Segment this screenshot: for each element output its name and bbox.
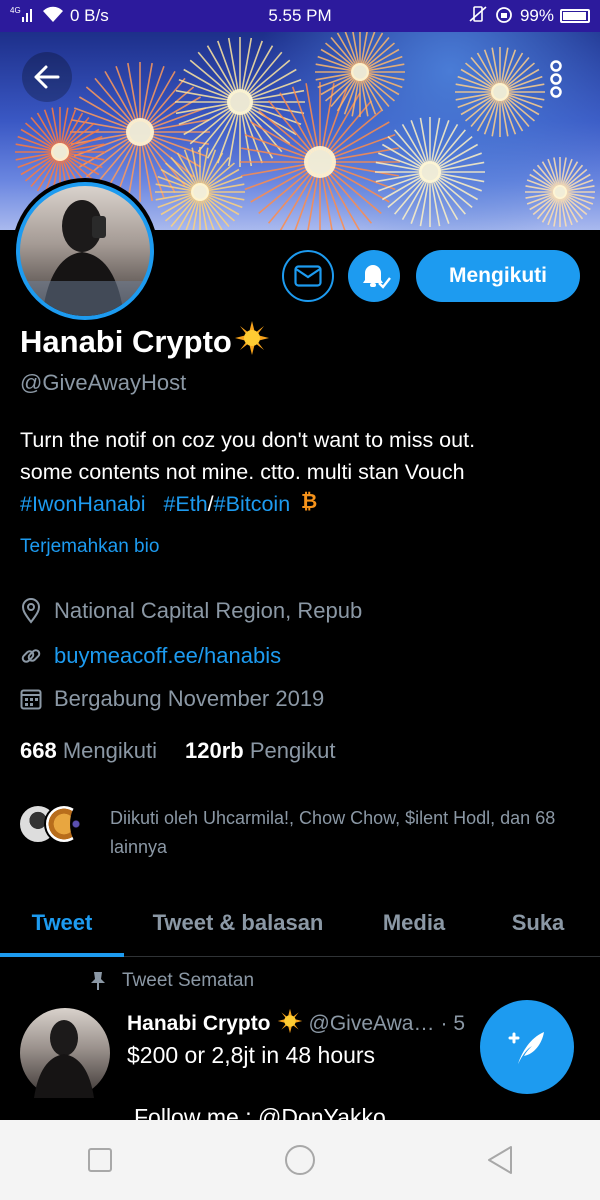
- translate-bio-link[interactable]: Terjemahkan bio: [20, 536, 159, 558]
- location-text: National Capital Region, Repub: [54, 598, 363, 623]
- pinned-text: Tweet Sematan: [122, 970, 255, 991]
- status-bar: 4G 0 B/s 5.55 PM 99%: [0, 0, 600, 32]
- following-label: Mengikuti: [62, 738, 157, 763]
- alarm-icon: [494, 5, 514, 28]
- pinned-label: Tweet Sematan: [90, 970, 254, 992]
- tab-tweet[interactable]: Tweet: [0, 890, 124, 957]
- location-row: National Capital Region, Repub: [20, 598, 362, 624]
- following-count[interactable]: 668 Mengikuti: [20, 738, 157, 764]
- signal-icon: 4G: [10, 5, 36, 28]
- compose-feather-icon: [508, 1032, 544, 1064]
- avatar-image: [16, 182, 154, 320]
- bio-hashtags: #IwonHanabi #Eth/#Bitcoin ₿: [20, 488, 590, 521]
- square-icon: [88, 1148, 112, 1172]
- follow-counts: 668 Mengikuti 120rb Pengikut: [20, 738, 335, 764]
- notifications-button[interactable]: [348, 250, 400, 302]
- hashtag-link[interactable]: #Bitcoin: [214, 492, 291, 516]
- location-pin-icon: [21, 598, 41, 624]
- tab-tweet-replies[interactable]: Tweet & balasan: [124, 890, 352, 956]
- mail-icon: [294, 265, 322, 287]
- profile-avatar[interactable]: [12, 178, 158, 324]
- network-speed: 0 B/s: [70, 6, 109, 25]
- bell-check-icon: [363, 265, 391, 289]
- calendar-icon: [20, 689, 42, 710]
- joined-row: Bergabung November 2019: [20, 686, 324, 712]
- following-number: 668: [20, 738, 57, 763]
- tweet-header: Hanabi Crypto @GiveAwa… · 5: [127, 1008, 465, 1040]
- website-link[interactable]: buymeacoff.ee/hanabis: [54, 643, 281, 669]
- battery-percent: 99%: [519, 6, 554, 25]
- profile-name: Hanabi Crypto: [20, 320, 270, 364]
- wifi-icon: [42, 5, 64, 28]
- back-nav-button[interactable]: [470, 1130, 530, 1190]
- tab-media[interactable]: Media: [352, 890, 476, 956]
- following-button[interactable]: Mengikuti: [416, 250, 580, 302]
- bio-line: some contents not mine. ctto. multi stan…: [20, 460, 465, 484]
- more-options-button[interactable]: [536, 52, 576, 102]
- followed-by-text: Diikuti oleh Uhcarmila!, Chow Chow, $ile…: [110, 808, 556, 857]
- followed-by[interactable]: Diikuti oleh Uhcarmila!, Chow Chow, $ile…: [18, 804, 580, 862]
- circle-icon: [285, 1145, 315, 1175]
- home-button[interactable]: [270, 1130, 330, 1190]
- profile-tabs: Tweet Tweet & balasan Media Suka: [0, 890, 600, 957]
- followers-label: Pengikut: [249, 738, 336, 763]
- avatar: [70, 804, 90, 844]
- tweet-time: · 5: [440, 1012, 466, 1035]
- website-row: buymeacoff.ee/hanabis: [20, 643, 281, 669]
- profile-handle: @GiveAwayHost: [20, 370, 187, 395]
- link-icon: [21, 649, 41, 663]
- svg-text:₿: ₿: [301, 491, 317, 512]
- bio-line: Turn the notif on coz you don't want to …: [20, 428, 476, 452]
- profile-bio: Turn the notif on coz you don't want to …: [20, 424, 590, 521]
- star-emoji-icon: [234, 320, 270, 364]
- pin-icon: [91, 972, 105, 990]
- followers-count[interactable]: 120rb Pengikut: [185, 738, 335, 764]
- tab-likes[interactable]: Suka: [476, 890, 600, 956]
- system-nav-bar: [0, 1120, 600, 1200]
- vibrate-off-icon: [468, 5, 488, 28]
- followers-number: 120rb: [185, 738, 244, 763]
- follower-avatars: [18, 804, 96, 848]
- star-emoji-icon: [277, 1008, 303, 1040]
- bitcoin-icon: ₿: [300, 489, 318, 521]
- tweet-avatar[interactable]: [20, 1008, 110, 1098]
- arrow-left-icon: [22, 52, 72, 102]
- message-button[interactable]: [282, 250, 334, 302]
- more-vertical-icon: [550, 60, 562, 98]
- joined-text: Bergabung November 2019: [54, 686, 325, 711]
- tweet-author[interactable]: Hanabi Crypto: [127, 1012, 271, 1036]
- tweet-handle: @GiveAwa…: [308, 1012, 435, 1035]
- battery-icon: [560, 9, 590, 23]
- tweet-text: $200 or 2,8jt in 48 hours: [127, 1042, 376, 1068]
- triangle-back-icon: [488, 1146, 512, 1174]
- svg-text:4G: 4G: [10, 6, 21, 15]
- back-button[interactable]: [22, 52, 72, 102]
- compose-tweet-button[interactable]: [480, 1000, 574, 1094]
- hashtag-link[interactable]: #Eth: [163, 492, 207, 516]
- recents-button[interactable]: [70, 1130, 130, 1190]
- profile-name-text: Hanabi Crypto: [20, 324, 232, 359]
- hashtag-link[interactable]: #IwonHanabi: [20, 492, 146, 516]
